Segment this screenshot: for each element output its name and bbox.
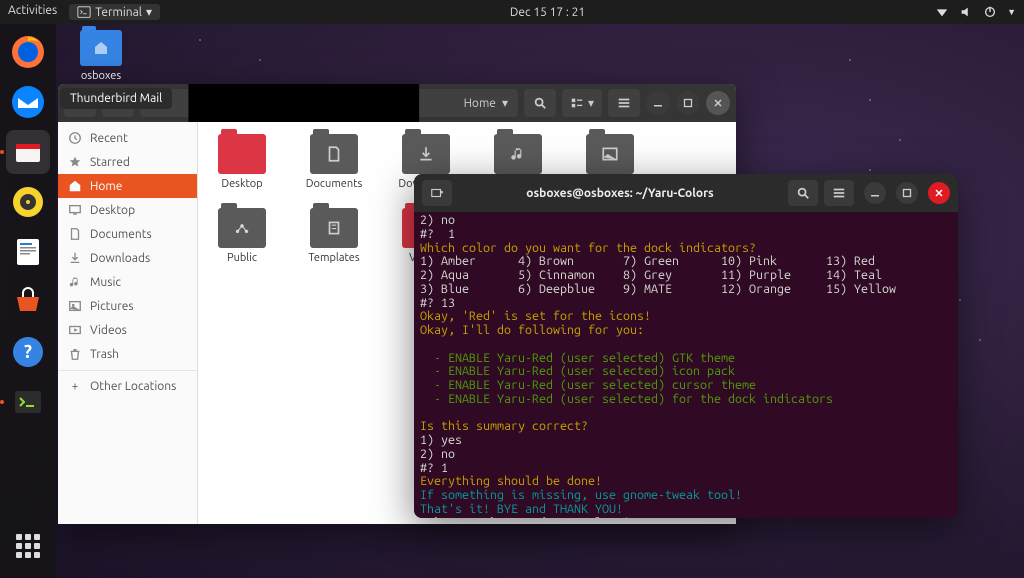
dock-firefox[interactable] (6, 30, 50, 74)
terminal-title: osboxes@osboxes: ~/Yaru-Colors (458, 187, 782, 200)
dock: ? (0, 24, 56, 578)
path-segment: Home (464, 97, 496, 110)
dock-tooltip: Thunderbird Mail (60, 88, 172, 109)
terminal-window: osboxes@osboxes: ~/Yaru-Colors 2) no #? … (414, 174, 958, 518)
hamburger-menu-button[interactable] (608, 89, 640, 117)
terminal-prompt: osboxes@osboxes:~/Yaru-Colors$ (420, 517, 952, 519)
desktop-home-folder[interactable]: osboxes (80, 30, 122, 82)
maximize-button[interactable] (676, 91, 700, 115)
volume-icon (959, 5, 973, 19)
svg-text:?: ? (24, 342, 32, 362)
dock-terminal[interactable] (6, 380, 50, 424)
terminal-icon (77, 5, 91, 19)
clock[interactable]: Dec 15 17 : 21 (160, 6, 935, 19)
terminal-maximize-button[interactable] (896, 182, 918, 204)
search-button[interactable] (524, 89, 556, 117)
sidebar-item-starred[interactable]: Starred (58, 150, 197, 174)
dock-help[interactable]: ? (6, 330, 50, 374)
chevron-down-icon: ▾ (588, 96, 594, 110)
show-applications[interactable] (6, 524, 50, 568)
terminal-search-button[interactable] (788, 180, 818, 206)
sidebar-item-recent[interactable]: Recent (58, 126, 197, 150)
sidebar-item-videos[interactable]: Videos (58, 318, 197, 342)
system-tray[interactable]: ▼ (935, 5, 1016, 19)
app-menu[interactable]: Terminal ▾ (69, 4, 160, 20)
network-icon (935, 5, 949, 19)
dock-thunderbird[interactable] (6, 80, 50, 124)
folder-public[interactable]: Public (210, 208, 274, 264)
path-bar[interactable]: Home ▾ (140, 89, 518, 117)
terminal-titlebar[interactable]: osboxes@osboxes: ~/Yaru-Colors (414, 174, 958, 212)
sidebar-item-other-locations[interactable]: +Other Locations (58, 375, 197, 398)
folder-desktop[interactable]: Desktop (210, 134, 274, 190)
dock-rhythmbox[interactable] (6, 180, 50, 224)
chevron-down-icon: ▼ (1007, 7, 1016, 17)
app-menu-label: Terminal (95, 6, 142, 19)
sidebar-item-documents[interactable]: Documents (58, 222, 197, 246)
activities-button[interactable]: Activities (8, 4, 57, 20)
folder-documents[interactable]: Documents (302, 134, 366, 190)
new-tab-button[interactable] (422, 180, 452, 206)
folder-templates[interactable]: Templates (302, 208, 366, 264)
terminal-close-button[interactable] (928, 182, 950, 204)
desktop-icon-label: osboxes (81, 70, 121, 82)
terminal-output[interactable]: 2) no #? 1 Which color do you want for t… (414, 212, 958, 518)
minimize-button[interactable] (646, 91, 670, 115)
sidebar-item-pictures[interactable]: Pictures (58, 294, 197, 318)
sidebar-item-music[interactable]: Music (58, 270, 197, 294)
files-sidebar: Recent Starred Home Desktop Documents Do… (58, 122, 198, 524)
top-bar: Activities Terminal ▾ Dec 15 17 : 21 ▼ (0, 0, 1024, 24)
dock-software[interactable] (6, 280, 50, 324)
terminal-minimize-button[interactable] (864, 182, 886, 204)
chevron-down-icon[interactable]: ▾ (502, 96, 508, 110)
close-button[interactable] (706, 91, 730, 115)
sidebar-item-desktop[interactable]: Desktop (58, 198, 197, 222)
view-options-button[interactable]: ▾ (562, 89, 602, 117)
sidebar-item-trash[interactable]: Trash (58, 342, 197, 366)
sidebar-item-downloads[interactable]: Downloads (58, 246, 197, 270)
chevron-down-icon: ▾ (146, 5, 152, 19)
power-icon (983, 5, 997, 19)
dock-files[interactable] (6, 130, 50, 174)
sidebar-item-home[interactable]: Home (58, 174, 197, 198)
dock-libreoffice[interactable] (6, 230, 50, 274)
terminal-menu-button[interactable] (824, 180, 854, 206)
